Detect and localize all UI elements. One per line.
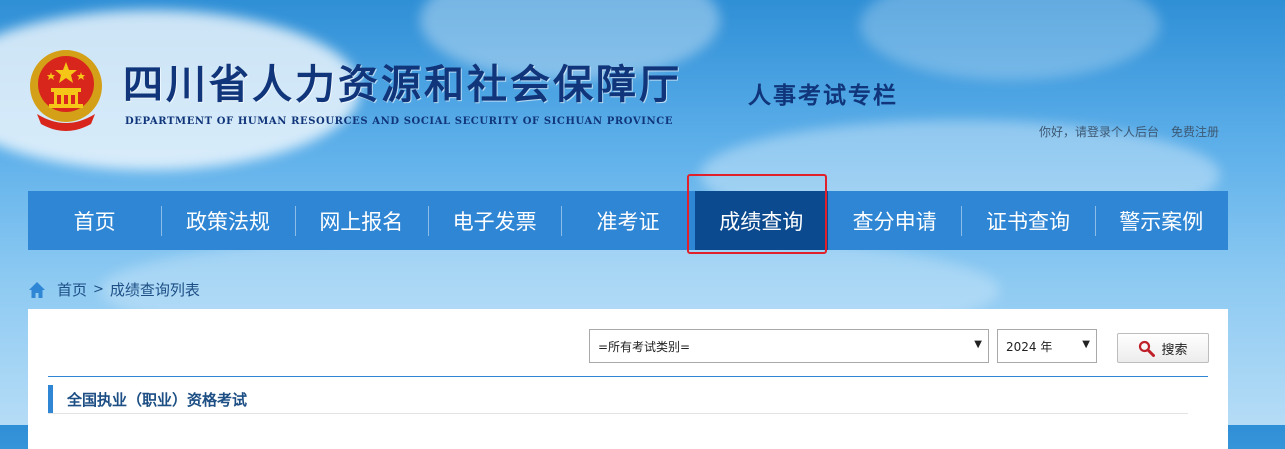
dropdown-arrow-icon: ▼ xyxy=(974,339,982,350)
search-button[interactable]: 搜索 xyxy=(1117,333,1209,363)
register-link[interactable]: 免费注册 xyxy=(1171,125,1219,139)
breadcrumb-home[interactable]: 首页 xyxy=(57,279,87,300)
breadcrumb-current: 成绩查询列表 xyxy=(109,281,200,299)
nav-item-certificate-query[interactable]: 证书查询 xyxy=(961,191,1094,250)
exam-year-value: 2024 年 xyxy=(1006,339,1053,354)
main-nav: 首页 政策法规 网上报名 电子发票 准考证 成绩查询 查分申请 证书查询 警示案… xyxy=(28,191,1228,250)
exam-category-select[interactable]: =所有考试类别= ▼ xyxy=(589,329,989,363)
nav-item-admission-ticket[interactable]: 准考证 xyxy=(561,191,694,250)
divider xyxy=(48,413,1188,414)
background-cloud xyxy=(860,0,1160,80)
site-title: 四川省人力资源和社会保障厅 xyxy=(123,61,682,108)
content-panel: =所有考试类别= ▼ 2024 年 ▼ 搜索 全国执业（职业）资格考试 xyxy=(28,309,1228,449)
search-icon xyxy=(1139,340,1156,357)
section-title: 全国执业（职业）资格考试 xyxy=(48,385,247,413)
nav-item-policy[interactable]: 政策法规 xyxy=(161,191,294,250)
nav-item-home[interactable]: 首页 xyxy=(28,191,161,250)
exam-year-select[interactable]: 2024 年 ▼ xyxy=(997,329,1097,363)
home-icon xyxy=(28,281,46,299)
search-button-label: 搜索 xyxy=(1161,342,1188,358)
nav-item-online-registration[interactable]: 网上报名 xyxy=(294,191,428,250)
nav-item-score-query[interactable]: 成绩查询 xyxy=(694,191,828,250)
national-emblem-icon xyxy=(27,48,105,134)
column-title: 人事考试专栏 xyxy=(748,82,898,109)
divider xyxy=(48,376,1208,377)
nav-item-warning-cases[interactable]: 警示案例 xyxy=(1094,191,1228,250)
site-subtitle: DEPARTMENT OF HUMAN RESOURCES AND SOCIAL… xyxy=(125,116,674,127)
dropdown-arrow-icon: ▼ xyxy=(1082,339,1090,350)
user-links: 你好，请登录个人后台 免费注册 xyxy=(1039,123,1219,140)
breadcrumb-separator: > xyxy=(93,282,104,297)
nav-item-score-review[interactable]: 查分申请 xyxy=(828,191,961,250)
login-link[interactable]: 你好，请登录个人后台 xyxy=(1039,125,1159,139)
breadcrumb: 首页 > 成绩查询列表 xyxy=(28,279,200,300)
nav-item-e-invoice[interactable]: 电子发票 xyxy=(427,191,561,250)
exam-category-value: =所有考试类别= xyxy=(598,339,691,354)
